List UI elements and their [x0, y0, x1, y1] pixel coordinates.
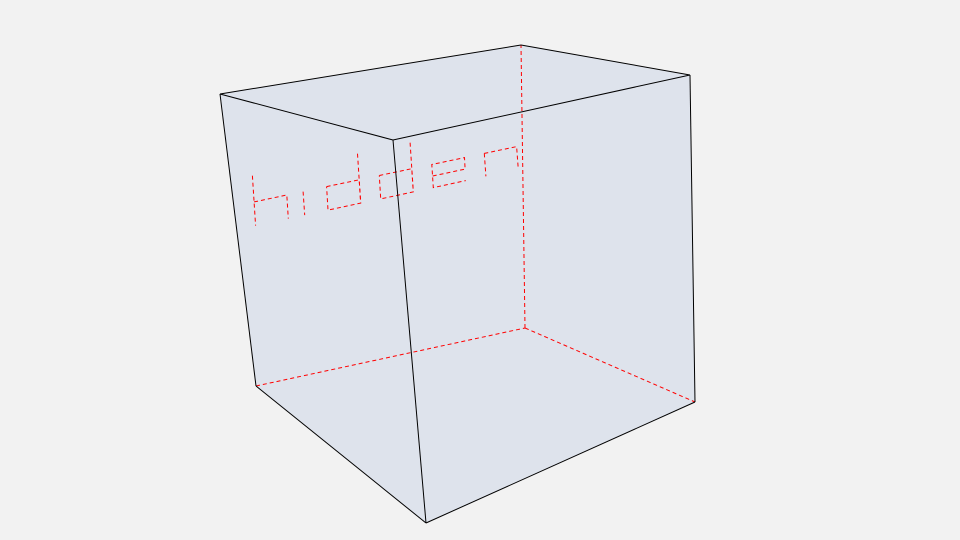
cube-face-right	[393, 75, 695, 523]
cube-diagram	[0, 0, 960, 540]
